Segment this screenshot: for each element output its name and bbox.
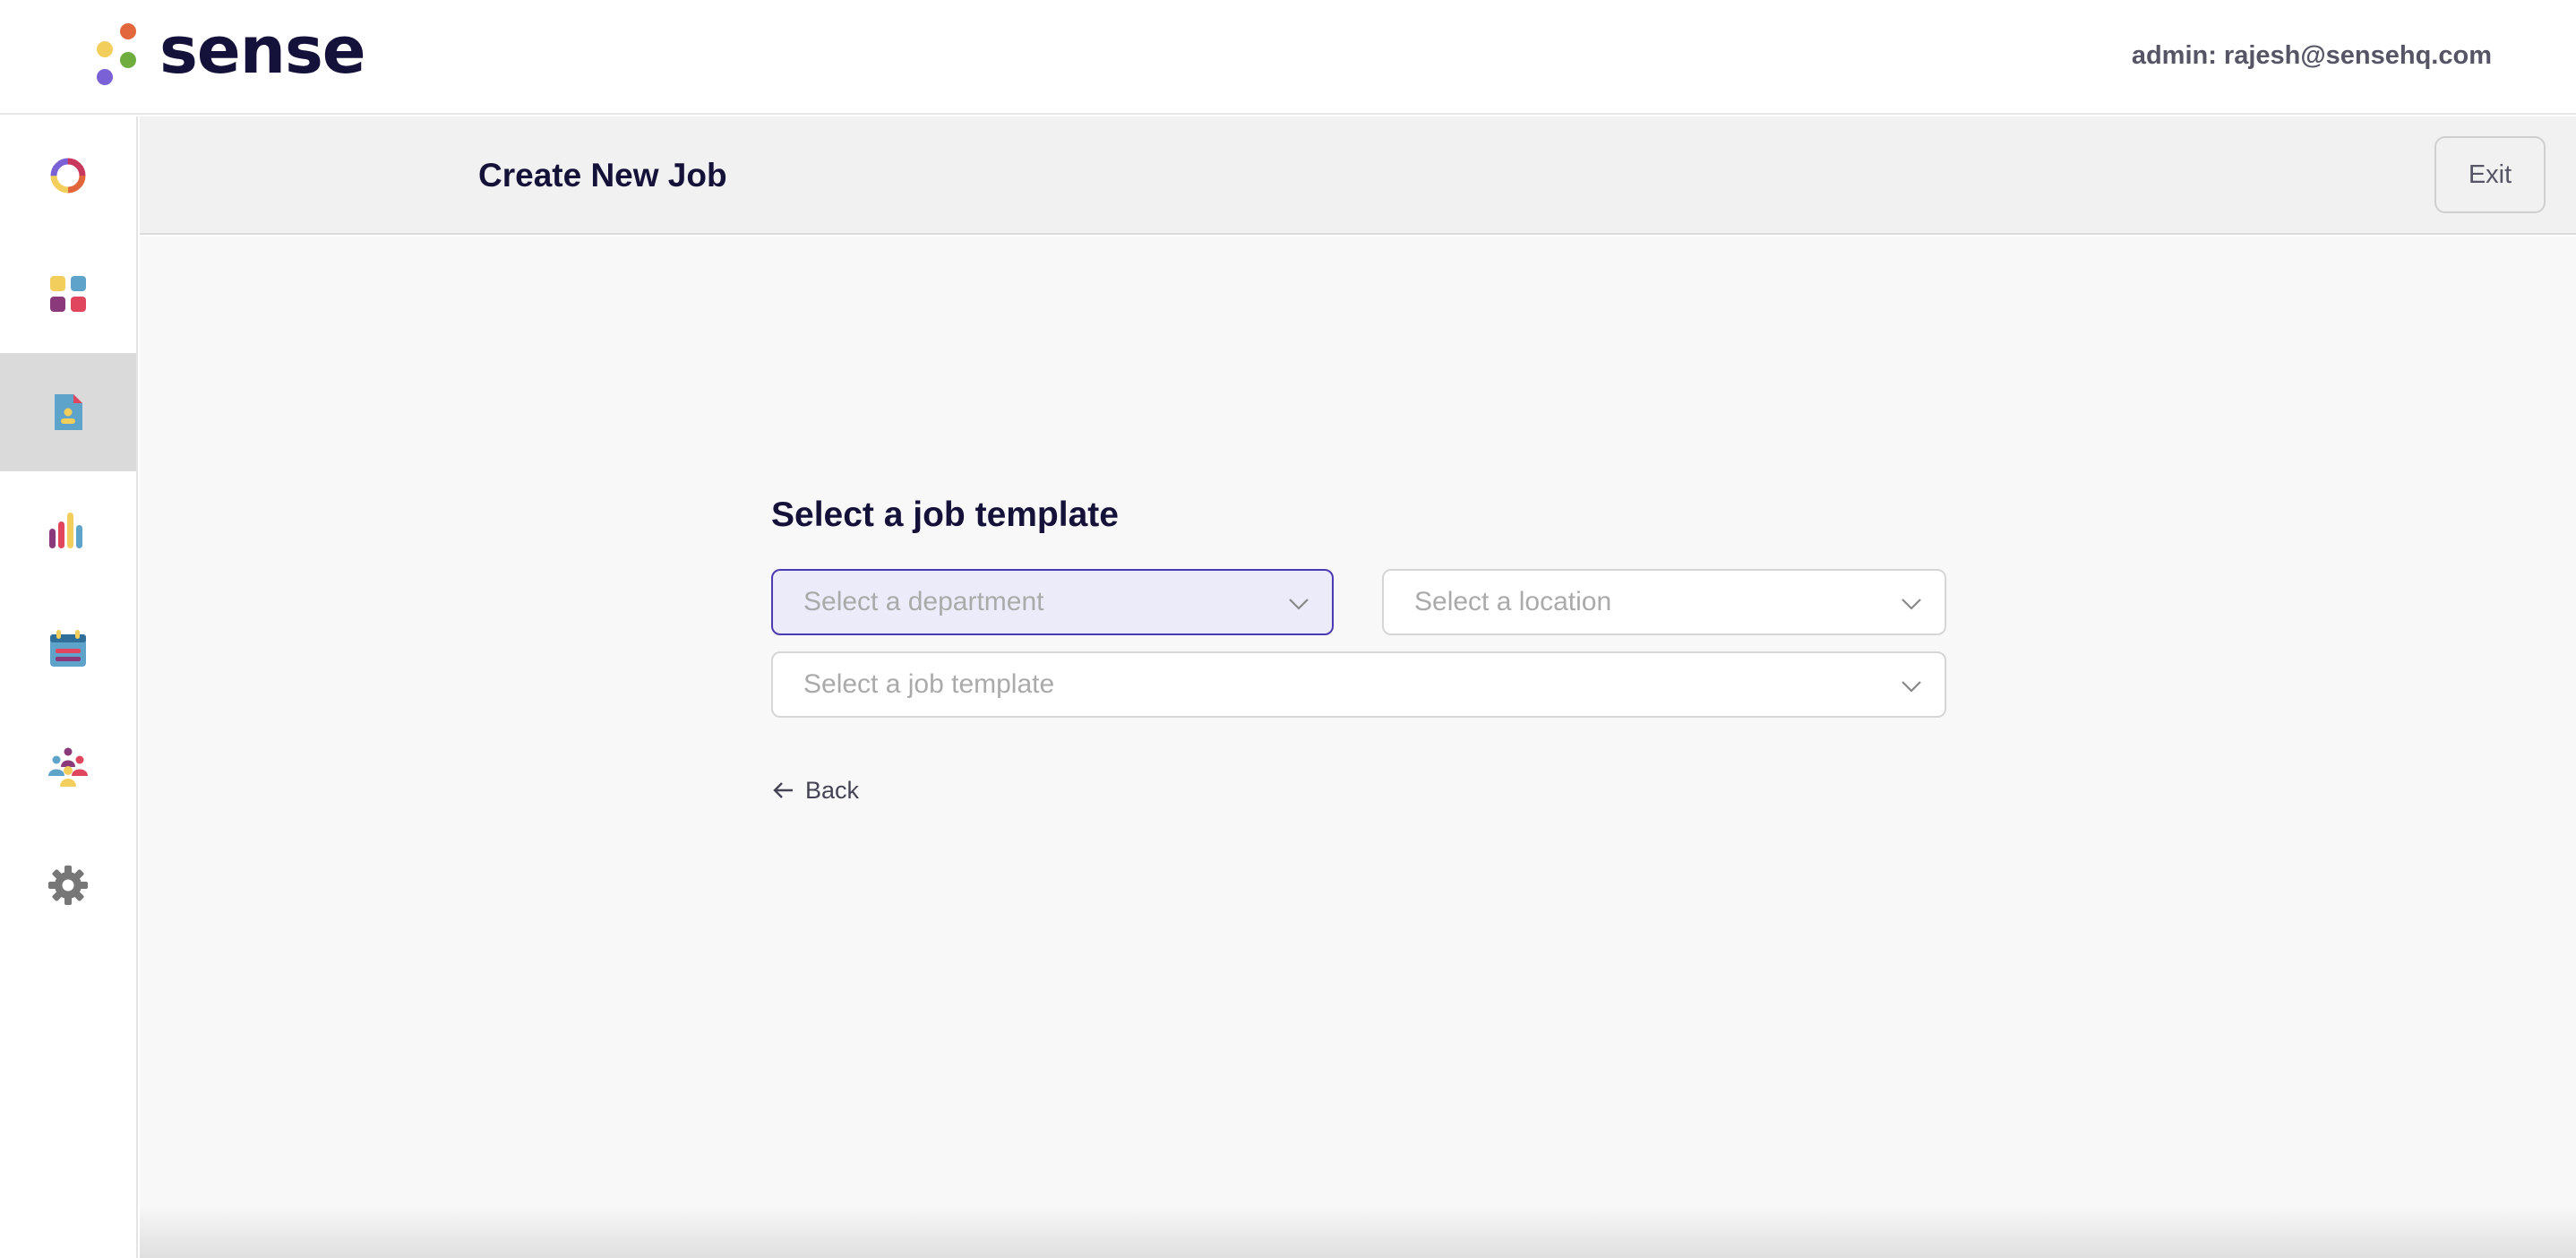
chevron-down-icon — [1902, 599, 1921, 610]
chevron-down-icon — [1902, 681, 1921, 693]
sidebar-item-home[interactable] — [0, 116, 136, 235]
gear-icon — [48, 866, 88, 905]
sense-logo[interactable]: sense — [93, 14, 366, 91]
department-placeholder: Select a department — [803, 587, 1044, 616]
logo-wordmark: sense — [159, 13, 366, 88]
back-link[interactable]: Back — [771, 772, 859, 808]
sidebar-item-apps[interactable] — [0, 235, 136, 353]
job-document-icon — [55, 394, 82, 430]
sidebar-item-jobs[interactable] — [0, 353, 136, 471]
department-select[interactable]: Select a department — [771, 569, 1334, 635]
chevron-down-icon — [1289, 599, 1309, 610]
people-group-icon — [48, 747, 88, 787]
logo-dots-icon — [93, 20, 140, 91]
job-template-select[interactable]: Select a job template — [771, 651, 1946, 718]
back-label: Back — [805, 776, 860, 804]
location-select[interactable]: Select a location — [1382, 569, 1946, 635]
exit-button[interactable]: Exit — [2434, 136, 2546, 213]
ring-logo-icon — [50, 158, 86, 194]
analytics-bars-icon — [49, 513, 82, 548]
sidebar-item-settings[interactable] — [0, 826, 136, 944]
section-title: Select a job template — [771, 495, 1119, 534]
apps-grid-icon — [50, 276, 86, 312]
main-content: Select a job template Select a departmen… — [140, 237, 2576, 1258]
location-placeholder: Select a location — [1414, 587, 1612, 616]
job-template-placeholder: Select a job template — [803, 669, 1055, 699]
sidebar-nav — [0, 116, 138, 1258]
sidebar-item-people[interactable] — [0, 708, 136, 826]
sidebar-item-calendar[interactable] — [0, 590, 136, 708]
sidebar-item-analytics[interactable] — [0, 471, 136, 590]
page-header-bar: Create New Job Exit — [140, 116, 2576, 235]
page-title: Create New Job — [478, 157, 727, 194]
arrow-left-icon — [773, 782, 793, 798]
top-header: sense admin: rajesh@sensehq.com — [0, 0, 2576, 115]
admin-account-label[interactable]: admin: rajesh@sensehq.com — [2132, 38, 2492, 73]
bottom-shadow — [140, 1204, 2576, 1258]
calendar-icon — [50, 630, 86, 667]
